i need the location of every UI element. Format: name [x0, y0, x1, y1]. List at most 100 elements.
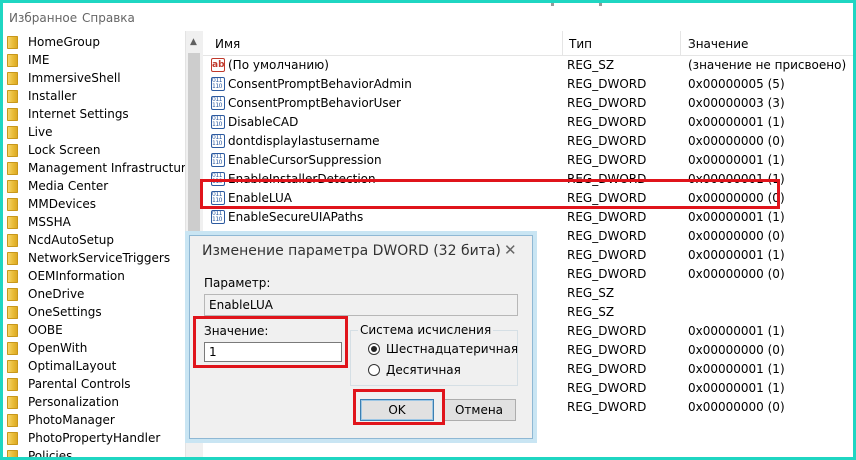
value-type: REG_DWORD [567, 381, 647, 395]
tree-item[interactable]: HomeGroup [3, 33, 185, 51]
column-divider[interactable] [562, 31, 563, 55]
tree-item-label: Policies [28, 449, 73, 457]
value-row[interactable]: EnableCursorSuppression REG_DWORD 0x000000… [203, 151, 853, 170]
tree-item-label: Installer [28, 89, 77, 103]
tree-item[interactable]: Lock Screen [3, 141, 185, 159]
dword-value-icon [211, 134, 225, 148]
tree-item[interactable]: MMDevices [3, 195, 185, 213]
tree-item[interactable]: PhotoManager [3, 411, 185, 429]
tree-item[interactable]: Parental Controls [3, 375, 185, 393]
tree-item[interactable]: OneSettings [3, 303, 185, 321]
tree-item-label: Management Infrastructure [28, 161, 186, 175]
tree-item-label: MMDevices [28, 197, 96, 211]
value-data: 0x00000000 (0) [688, 400, 785, 414]
tree-item-label: MSSHA [28, 215, 71, 229]
value-name: dontdisplaylastusername [228, 134, 380, 148]
value-type: REG_DWORD [567, 134, 647, 148]
folder-icon [7, 306, 18, 319]
tree-item-label: Live [28, 125, 53, 139]
value-data: 0x00000001 (1) [688, 210, 785, 224]
value-row[interactable]: EnableSecureUIAPaths REG_DWORD 0x00000001 … [203, 208, 853, 227]
tree-item[interactable]: OneDrive [3, 285, 185, 303]
value-row[interactable]: ab (По умолчанию) REG_SZ (значение не присв… [203, 56, 853, 75]
value-type: REG_DWORD [567, 210, 647, 224]
radio-decimal[interactable] [368, 364, 380, 376]
radio-hex[interactable] [368, 343, 380, 355]
tree-item[interactable]: Personalization [3, 393, 185, 411]
column-divider[interactable] [680, 31, 681, 55]
folder-icon [7, 360, 18, 373]
value-type: REG_SZ [567, 305, 615, 319]
dword-value-icon [211, 210, 225, 224]
tree-item-label: Media Center [28, 179, 109, 193]
dword-value-icon [211, 96, 225, 110]
value-row[interactable]: ConsentPromptBehaviorAdmin REG_DWORD 0x000… [203, 75, 853, 94]
tree-item[interactable]: NetworkServiceTriggers [3, 249, 185, 267]
value-name: DisableCAD [228, 115, 299, 129]
tree-item-label: Internet Settings [28, 107, 129, 121]
value-type: REG_DWORD [567, 115, 647, 129]
folder-icon [7, 396, 18, 409]
folder-icon [7, 126, 18, 139]
tree-item[interactable]: OptimalLayout [3, 357, 185, 375]
title-button-edge [551, 3, 554, 6]
radio-hex-label[interactable]: Шестнадцатеричная [386, 342, 518, 356]
menu-help[interactable]: Справка [82, 11, 135, 25]
close-icon[interactable]: ✕ [504, 241, 517, 259]
cancel-button[interactable]: Отмена [442, 399, 516, 421]
tree-item[interactable]: ImmersiveShell [3, 69, 185, 87]
tree-item-label: OneDrive [28, 287, 85, 301]
value-row[interactable]: dontdisplaylastusername REG_DWORD 0x000000… [203, 132, 853, 151]
value-type: REG_DWORD [567, 248, 647, 262]
folder-icon [7, 198, 18, 211]
value-data: 0x00000001 (1) [688, 153, 785, 167]
value-type: REG_DWORD [567, 96, 647, 110]
value-type: REG_DWORD [567, 400, 647, 414]
string-value-icon: ab [211, 58, 225, 72]
menu-favorites[interactable]: Избранное [9, 11, 77, 25]
tree-item[interactable]: Policies [3, 447, 185, 457]
folder-icon [7, 180, 18, 193]
folder-icon [7, 414, 18, 427]
tree-item[interactable]: Internet Settings [3, 105, 185, 123]
registry-tree: HomeGroup IME ImmersiveShell Installer Inter… [3, 31, 186, 457]
folder-icon [7, 36, 18, 49]
tree-item-label: Lock Screen [28, 143, 101, 157]
tree-item-label: PhotoPropertyHandler [28, 431, 161, 445]
tree-item[interactable]: NcdAutoSetup [3, 231, 185, 249]
value-name: (По умолчанию) [228, 58, 329, 72]
value-row[interactable]: ConsentPromptBehaviorUser REG_DWORD 0x0000… [203, 94, 853, 113]
tree-item[interactable]: MSSHA [3, 213, 185, 231]
tree-item[interactable]: OpenWith [3, 339, 185, 357]
menu-bar: Избранное Справка [3, 3, 853, 31]
tree-item-label: ImmersiveShell [28, 71, 121, 85]
tree-item[interactable]: Media Center [3, 177, 185, 195]
value-row[interactable]: DisableCAD REG_DWORD 0x00000001 (1) [203, 113, 853, 132]
scroll-up-icon[interactable]: ▲ [190, 37, 197, 47]
list-header: Имя Тип Значение [203, 31, 853, 56]
tree-item[interactable]: PhotoPropertyHandler [3, 429, 185, 447]
tree-item-label: OptimalLayout [28, 359, 117, 373]
value-name: ConsentPromptBehaviorAdmin [228, 77, 412, 91]
tree-item[interactable]: OOBE [3, 321, 185, 339]
column-header-type[interactable]: Тип [569, 37, 592, 51]
folder-icon [7, 252, 18, 265]
tree-item-label: HomeGroup [28, 35, 100, 49]
tree-item[interactable]: Live [3, 123, 185, 141]
param-name-field: EnableLUA [204, 294, 518, 316]
tree-item-label: NetworkServiceTriggers [28, 251, 171, 265]
tree-item[interactable]: Management Infrastructure [3, 159, 185, 177]
value-data: (значение не присвоено) [688, 58, 847, 72]
value-type: REG_SZ [567, 286, 615, 300]
folder-icon [7, 216, 18, 229]
column-header-name[interactable]: Имя [215, 37, 240, 51]
tree-item[interactable]: OEMInformation [3, 267, 185, 285]
folder-icon [7, 72, 18, 85]
radio-decimal-label[interactable]: Десятичная [386, 363, 461, 377]
folder-icon [7, 432, 18, 445]
tree-item[interactable]: Installer [3, 87, 185, 105]
tree-item-label: OEMInformation [28, 269, 125, 283]
tree-item[interactable]: IME [3, 51, 185, 69]
folder-icon [7, 144, 18, 157]
column-header-data[interactable]: Значение [688, 37, 748, 51]
